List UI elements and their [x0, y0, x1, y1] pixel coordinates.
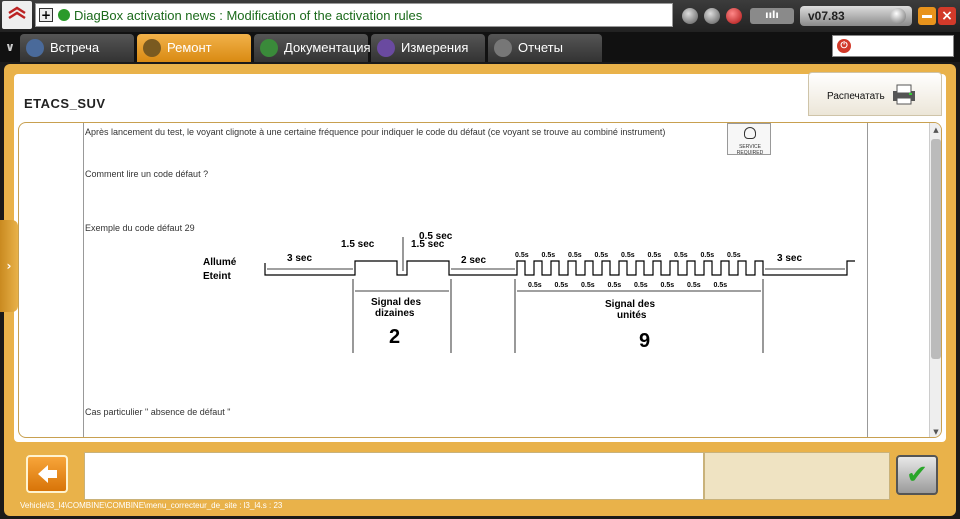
- book-icon: [260, 39, 278, 57]
- duration-0-5s-off: 0.5s: [634, 282, 648, 289]
- service-lamp-image: SERVICE REQUIRED: [727, 123, 771, 156]
- news-text[interactable]: DiagBox activation news : Modification o…: [74, 8, 422, 23]
- tab-label: Встреча: [50, 40, 100, 55]
- content-area: ETACS_SUV Распечатать Après lancement du…: [14, 72, 946, 442]
- power-icon[interactable]: ⏻: [837, 39, 851, 53]
- units-value: 9: [639, 330, 650, 352]
- print-label: Распечатать: [827, 91, 885, 102]
- duration-0-5s-off: 0.5s: [661, 282, 675, 289]
- duration-3sec: 3 sec: [287, 253, 312, 264]
- wave-icon: [377, 39, 395, 57]
- tens-label: dizaines: [375, 308, 415, 319]
- news-bar[interactable]: + DiagBox activation news : Modification…: [35, 3, 673, 27]
- print-button[interactable]: Распечатать: [808, 72, 942, 116]
- at-icon[interactable]: [726, 8, 742, 24]
- duration-0-5s-off: 0.5s: [555, 282, 569, 289]
- duration-0-5s-off: 0.5s: [608, 282, 622, 289]
- divider: [867, 123, 868, 437]
- tab-label: Отчеты: [518, 40, 563, 55]
- tens-label: Signal des: [371, 297, 421, 308]
- message-box: [84, 452, 704, 500]
- tab-label: Измерения: [401, 40, 469, 55]
- doc-line: Cas particulier " absence de défaut ": [85, 407, 231, 417]
- duration-2sec: 2 sec: [461, 255, 486, 266]
- module-title: ETACS_SUV: [24, 96, 106, 111]
- service-caption: SERVICE REQUIRED: [736, 144, 764, 156]
- units-label: Signal des: [605, 299, 655, 310]
- refresh-icon[interactable]: [890, 8, 906, 24]
- search-input[interactable]: ⏻: [832, 35, 954, 57]
- units-label: unités: [617, 310, 647, 321]
- home-icon[interactable]: [704, 8, 720, 24]
- off-label: Eteint: [203, 271, 231, 282]
- scrollbar[interactable]: ▲ ▼: [929, 123, 941, 437]
- report-icon: [494, 39, 512, 57]
- main-panel: ETACS_SUV Распечатать Après lancement du…: [4, 64, 956, 516]
- lamp-icon: [744, 127, 756, 139]
- meeting-icon: [26, 39, 44, 57]
- document-viewer[interactable]: Après lancement du test, le voyant clign…: [18, 122, 942, 438]
- tab-label: Ремонт: [167, 40, 212, 55]
- tab-vstrecha[interactable]: Встреча: [20, 34, 134, 62]
- duration-0-5s-off: 0.5s: [528, 282, 542, 289]
- tab-documentation[interactable]: Документация: [254, 34, 371, 62]
- expand-icon[interactable]: +: [39, 8, 53, 22]
- doc-line: Après lancement du test, le voyant clign…: [85, 127, 666, 137]
- tab-label: Документация: [284, 40, 371, 55]
- duration-0-5s-on: 0.5s: [515, 252, 529, 259]
- arrow-left-icon: [38, 465, 57, 483]
- tab-reports[interactable]: Отчеты: [488, 34, 602, 62]
- citroen-logo-icon: [2, 1, 32, 29]
- doc-line: Exemple du code défaut 29: [85, 223, 195, 233]
- divider: [83, 123, 84, 437]
- download-icon[interactable]: [682, 8, 698, 24]
- duration-0-5s-off: 0.5s: [581, 282, 595, 289]
- minimize-button[interactable]: [918, 7, 936, 25]
- duration-0-5s-on: 0.5s: [568, 252, 582, 259]
- doc-line: Comment lire un code défaut ?: [85, 169, 209, 179]
- duration-0-5s-off: 0.5s: [687, 282, 701, 289]
- back-button[interactable]: [26, 455, 68, 493]
- duration-0-5s-off: 0.5s: [714, 282, 728, 289]
- status-dot-icon: [58, 9, 70, 21]
- validate-button[interactable]: ✔: [896, 455, 938, 495]
- message-box-secondary: [704, 452, 890, 500]
- tab-measurements[interactable]: Измерения: [371, 34, 485, 62]
- duration-0-5s-on: 0.5s: [621, 252, 635, 259]
- top-bar: + DiagBox activation news : Modification…: [0, 0, 960, 32]
- tab-bar: ∨ Встреча Ремонт Документация Измерения …: [0, 32, 960, 62]
- duration-0-5sec: 0.5 sec: [419, 231, 453, 242]
- side-panel-toggle[interactable]: ›: [0, 220, 18, 312]
- battery-indicator: ıılı: [750, 8, 794, 24]
- status-path: Vehicle\l3_l4\COMBINE\COMBINE\menu_corre…: [20, 501, 283, 510]
- scroll-up-icon[interactable]: ▲: [931, 125, 941, 135]
- tens-value: 2: [389, 326, 400, 348]
- duration-3sec: 3 sec: [777, 253, 802, 264]
- blink-code-diagram: Allumé Eteint 3 sec 1.5 sec 1.5 sec 0.5 …: [203, 231, 855, 353]
- duration-0-5s-on: 0.5s: [727, 252, 741, 259]
- close-button[interactable]: ×: [938, 7, 956, 25]
- duration-0-5s-on: 0.5s: [648, 252, 662, 259]
- duration-0-5s-on: 0.5s: [674, 252, 688, 259]
- scroll-down-icon[interactable]: ▼: [931, 427, 941, 437]
- chevron-down-icon[interactable]: ∨: [2, 38, 18, 56]
- version-badge: v07.83: [800, 6, 912, 26]
- duration-0-5s-on: 0.5s: [595, 252, 609, 259]
- on-label: Allumé: [203, 257, 237, 268]
- duration-0-5s-on: 0.5s: [542, 252, 556, 259]
- checkmark-icon: ✔: [906, 460, 928, 490]
- duration-0-5s-on: 0.5s: [701, 252, 715, 259]
- version-label: v07.83: [808, 9, 845, 23]
- magnifier-icon: [143, 39, 161, 57]
- tab-remont[interactable]: Ремонт: [137, 34, 251, 62]
- printer-icon: [893, 84, 915, 105]
- scroll-thumb[interactable]: [931, 139, 941, 359]
- duration-1-5sec: 1.5 sec: [341, 239, 375, 250]
